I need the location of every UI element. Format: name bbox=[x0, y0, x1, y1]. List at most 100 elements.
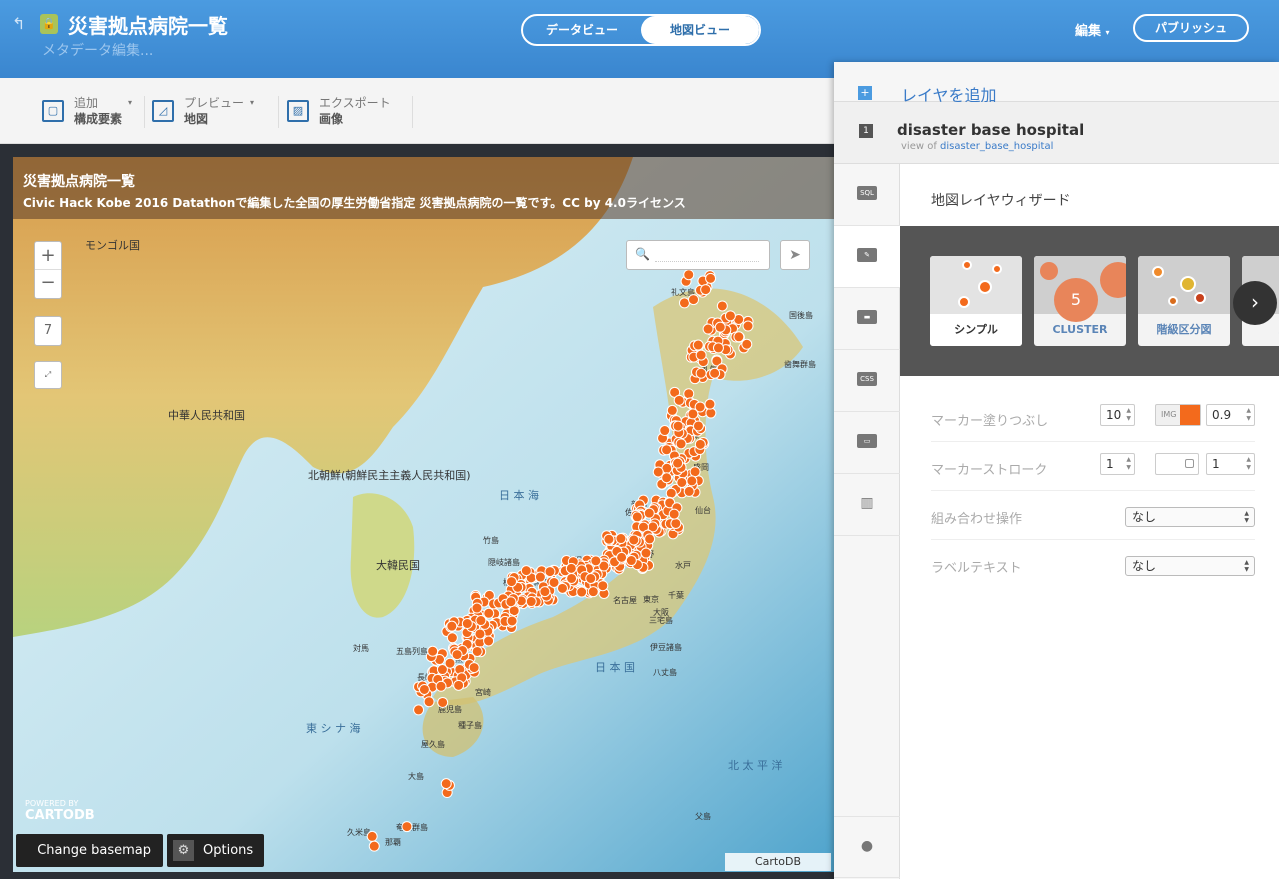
hospital-marker[interactable] bbox=[453, 679, 465, 691]
hospital-marker[interactable] bbox=[702, 323, 714, 335]
tab-legend[interactable]: ▭ bbox=[834, 412, 900, 474]
hospital-marker[interactable] bbox=[741, 338, 753, 350]
hospital-marker[interactable] bbox=[603, 533, 615, 545]
hospital-marker[interactable] bbox=[590, 555, 602, 567]
hospital-marker[interactable] bbox=[440, 778, 452, 790]
lock-icon[interactable]: 🔒 bbox=[40, 14, 58, 34]
map-canvas[interactable]: モンゴル国 中華人民共和国 北朝鮮(朝鮮民主主義人民共和国) 大韓民国日 本 海東 シ… bbox=[13, 157, 834, 872]
marker-image-picker[interactable]: IMG bbox=[1155, 404, 1201, 426]
hospital-marker[interactable] bbox=[520, 565, 532, 577]
composite-op-select[interactable]: なし ▲ ▼ bbox=[1125, 507, 1255, 527]
hospital-marker[interactable] bbox=[683, 269, 695, 281]
page-title[interactable]: 災害拠点病院一覧 bbox=[68, 10, 228, 39]
hospital-marker[interactable] bbox=[525, 596, 537, 608]
stroke-width-stepper[interactable]: 1 ▲ ▼ bbox=[1100, 453, 1135, 475]
hospital-marker[interactable] bbox=[475, 615, 487, 627]
hospital-marker[interactable] bbox=[587, 586, 599, 598]
hospital-marker[interactable] bbox=[451, 649, 463, 661]
map-search[interactable]: 🔍 bbox=[626, 240, 770, 270]
stroke-color-picker[interactable] bbox=[1155, 453, 1199, 475]
hospital-marker[interactable] bbox=[705, 272, 717, 284]
hospital-marker[interactable] bbox=[437, 696, 449, 708]
hospital-marker[interactable] bbox=[686, 475, 698, 487]
tab-pin[interactable]: ● bbox=[834, 816, 900, 878]
hospital-marker[interactable] bbox=[444, 657, 456, 669]
hospital-marker[interactable] bbox=[659, 425, 671, 437]
hospital-marker[interactable] bbox=[724, 310, 736, 322]
wizard-type-cluster[interactable]: 5 CLUSTER bbox=[1034, 256, 1126, 346]
label-text-select[interactable]: なし ▲ ▼ bbox=[1125, 556, 1255, 576]
hospital-marker[interactable] bbox=[585, 572, 597, 584]
map-view-tab[interactable]: 地図ビュー bbox=[641, 16, 759, 44]
tab-wizard[interactable]: ✎ bbox=[834, 226, 900, 288]
hospital-marker[interactable] bbox=[692, 420, 704, 432]
hospital-marker[interactable] bbox=[435, 680, 447, 692]
hospital-marker[interactable] bbox=[668, 508, 680, 520]
hospital-marker[interactable] bbox=[576, 586, 588, 598]
hospital-marker[interactable] bbox=[665, 487, 677, 499]
hospital-marker[interactable] bbox=[471, 602, 483, 614]
tab-sql[interactable]: SQL bbox=[834, 164, 900, 226]
hospital-marker[interactable] bbox=[733, 331, 745, 343]
tab-css[interactable]: CSS bbox=[834, 350, 900, 412]
hospital-marker[interactable] bbox=[683, 485, 695, 497]
hospital-marker[interactable] bbox=[644, 533, 656, 545]
hospital-marker[interactable] bbox=[672, 420, 684, 432]
hospital-marker[interactable] bbox=[539, 586, 551, 598]
hospital-marker[interactable] bbox=[666, 404, 678, 416]
hospital-marker[interactable] bbox=[474, 628, 486, 640]
hospital-marker[interactable] bbox=[643, 507, 655, 519]
tab-infowindow[interactable]: ▬ bbox=[834, 288, 900, 350]
hospital-marker[interactable] bbox=[483, 635, 495, 647]
stroke-opacity-stepper[interactable]: 1 ▲ ▼ bbox=[1206, 453, 1255, 475]
add-layer-bar[interactable]: + レイヤを追加 bbox=[834, 62, 1279, 105]
hospital-marker[interactable] bbox=[687, 408, 699, 420]
hospital-marker[interactable] bbox=[418, 683, 430, 695]
add-element-button[interactable]: ▢ 追加 構成要素 ▾ bbox=[42, 94, 132, 128]
hospital-marker[interactable] bbox=[683, 388, 695, 400]
hospital-marker[interactable] bbox=[566, 572, 578, 584]
hospital-marker[interactable] bbox=[694, 438, 706, 450]
fullscreen-button[interactable]: ⤢ bbox=[34, 361, 62, 389]
marker-size-stepper[interactable]: 10 ▲ ▼ bbox=[1100, 404, 1135, 426]
hospital-marker[interactable] bbox=[505, 596, 517, 608]
send-location-button[interactable]: ➤ bbox=[780, 240, 810, 270]
hospital-marker[interactable] bbox=[695, 367, 707, 379]
hospital-marker[interactable] bbox=[401, 821, 413, 833]
export-image-button[interactable]: ▨ エクスポート 画像 bbox=[287, 94, 391, 128]
wizard-type-choropleth[interactable]: 階級区分図 bbox=[1138, 256, 1230, 346]
hospital-marker[interactable] bbox=[695, 349, 707, 361]
hospital-marker[interactable] bbox=[661, 444, 673, 456]
data-view-tab[interactable]: データビュー bbox=[523, 16, 641, 44]
hospital-marker[interactable] bbox=[712, 342, 724, 354]
edit-metadata-link[interactable]: メタデータ編集... bbox=[42, 40, 153, 60]
hospital-marker[interactable] bbox=[534, 571, 546, 583]
hospital-marker[interactable] bbox=[625, 555, 637, 567]
hospital-marker[interactable] bbox=[597, 580, 609, 592]
hospital-marker[interactable] bbox=[704, 398, 716, 410]
chevron-right-icon[interactable]: › bbox=[1233, 281, 1277, 325]
hospital-marker[interactable] bbox=[368, 840, 380, 852]
tab-chart[interactable]: ▥ bbox=[834, 474, 900, 536]
table-link[interactable]: disaster_base_hospital bbox=[940, 141, 1053, 152]
back-arrow-icon[interactable]: ↰ bbox=[12, 14, 25, 33]
hospital-marker[interactable] bbox=[673, 394, 685, 406]
hospital-marker[interactable] bbox=[565, 562, 577, 574]
marker-opacity-stepper[interactable]: 0.9 ▲ ▼ bbox=[1206, 404, 1255, 426]
hospital-marker[interactable] bbox=[544, 566, 556, 578]
hospital-marker[interactable] bbox=[689, 466, 701, 478]
hospital-marker[interactable] bbox=[714, 321, 726, 333]
zoom-in-button[interactable]: + bbox=[35, 242, 61, 270]
zoom-out-button[interactable]: − bbox=[35, 270, 61, 298]
hospital-marker[interactable] bbox=[700, 284, 712, 296]
hospital-marker[interactable] bbox=[670, 517, 682, 529]
hospital-marker[interactable] bbox=[675, 438, 687, 450]
hospital-marker[interactable] bbox=[640, 547, 652, 559]
layer-name[interactable]: disaster base hospital bbox=[897, 121, 1084, 139]
edit-menu[interactable]: 編集 ▾ bbox=[1075, 20, 1110, 39]
hospital-marker[interactable] bbox=[446, 632, 458, 644]
fill-color-swatch[interactable] bbox=[1180, 405, 1200, 425]
hospital-marker[interactable] bbox=[427, 645, 439, 657]
hospital-marker[interactable] bbox=[615, 533, 627, 545]
hospital-marker[interactable] bbox=[413, 704, 425, 716]
